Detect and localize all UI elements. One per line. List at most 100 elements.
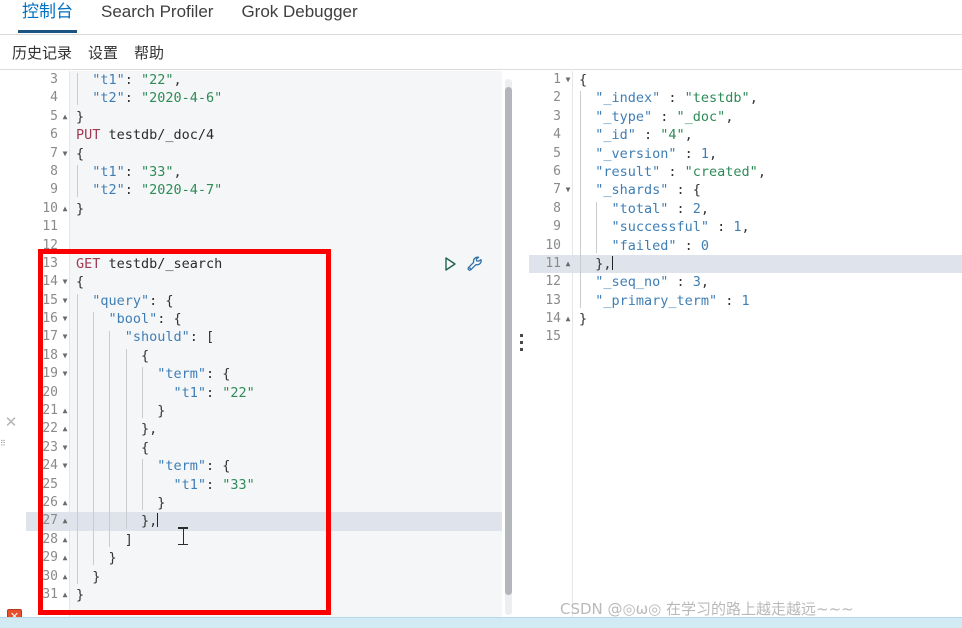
- fold-toggle-icon[interactable]: ▲: [60, 549, 70, 567]
- fold-toggle-icon[interactable]: ▼: [60, 273, 70, 291]
- code-line[interactable]: 26 ▲}: [26, 494, 502, 512]
- code-line[interactable]: 3 "t1": "22",: [26, 71, 502, 89]
- fold-toggle-icon[interactable]: ▼: [60, 328, 70, 346]
- code-line[interactable]: 4 "_id" : "4",: [529, 126, 962, 144]
- fold-toggle-icon[interactable]: ▲: [563, 310, 573, 328]
- code-line[interactable]: 14 ▼ {: [26, 273, 502, 291]
- line-number: 10: [545, 237, 561, 253]
- code-line[interactable]: 3 "_type" : "_doc",: [529, 108, 962, 126]
- request-editor-pane[interactable]: 3 "t1": "22", 4 "t2": "2020-4-6" 5 ▲} 6 PUT tes…: [26, 71, 502, 617]
- code-token: }: [108, 550, 117, 567]
- code-line[interactable]: 12 "_seq_no" : 3,: [529, 273, 962, 291]
- code-line[interactable]: 28 ▲]: [26, 531, 502, 549]
- code-token: ]: [124, 531, 133, 548]
- code-line[interactable]: 22 ▲},: [26, 420, 502, 438]
- fold-toggle-icon[interactable]: ▲: [60, 586, 70, 604]
- code-line[interactable]: 30 ▲}: [26, 568, 502, 586]
- code-line[interactable]: 12: [26, 237, 502, 255]
- code-line[interactable]: 14 ▲}: [529, 310, 962, 328]
- line-number: 6: [553, 163, 561, 179]
- response-code-area[interactable]: 1 ▼{2 "_index" : "testdb", 3 "_type" : "_doc…: [529, 71, 962, 617]
- fold-toggle-icon[interactable]: ▲: [60, 420, 70, 438]
- fold-toggle-icon[interactable]: ▼: [60, 365, 70, 383]
- code-line[interactable]: 31 ▲}: [26, 586, 502, 604]
- code-line[interactable]: 13 "_primary_term" : 1: [529, 292, 962, 310]
- code-line[interactable]: 4 "t2": "2020-4-6": [26, 89, 502, 107]
- wrench-settings-icon[interactable]: [466, 255, 484, 273]
- code-line[interactable]: 19 ▼ "term": {: [26, 365, 502, 383]
- fold-toggle-icon[interactable]: ▼: [60, 292, 70, 310]
- request-code-area[interactable]: 3 "t1": "22", 4 "t2": "2020-4-6" 5 ▲} 6 PUT tes…: [26, 71, 502, 617]
- line-number: 31: [42, 586, 58, 602]
- code-line[interactable]: 17 ▼ "should": [: [26, 328, 502, 346]
- code-line[interactable]: 7 ▼ "_shards" : {: [529, 181, 962, 199]
- code-line[interactable]: 23 ▼ {: [26, 439, 502, 457]
- fold-toggle-icon[interactable]: ▲: [60, 494, 70, 512]
- fold-toggle-icon[interactable]: ▲: [60, 568, 70, 586]
- fold-toggle-icon[interactable]: ▼: [60, 347, 70, 365]
- code-line[interactable]: 15 ▼ "query": {: [26, 292, 502, 310]
- code-line[interactable]: 7 ▼ {: [26, 145, 502, 163]
- line-number: 10: [42, 200, 58, 216]
- code-line[interactable]: 21 ▲}: [26, 402, 502, 420]
- code-line[interactable]: 24 ▼ "term": {: [26, 457, 502, 475]
- code-line[interactable]: 8 "t1": "33",: [26, 163, 502, 181]
- close-icon[interactable]: ✕: [4, 415, 18, 430]
- fold-toggle-icon[interactable]: ▼: [60, 457, 70, 475]
- code-line[interactable]: 1 ▼ {: [529, 71, 962, 89]
- fold-toggle-icon[interactable]: ▲: [563, 255, 573, 273]
- code-line[interactable]: 16 ▼ "bool": {: [26, 310, 502, 328]
- fold-toggle-icon[interactable]: ▼: [563, 181, 573, 199]
- code-token: "33": [141, 163, 174, 180]
- line-number: 3: [50, 72, 58, 87]
- fold-toggle-icon[interactable]: ▲: [60, 531, 70, 549]
- response-viewer-pane[interactable]: 1 ▼{2 "_index" : "testdb", 3 "_type" : "_doc…: [529, 71, 962, 617]
- code-line[interactable]: 10 ▲}: [26, 200, 502, 218]
- fold-toggle-icon[interactable]: ▲: [60, 402, 70, 420]
- code-token: : [: [189, 329, 215, 346]
- fold-toggle-icon[interactable]: ▲: [60, 512, 70, 530]
- code-line[interactable]: 27 ▲},: [26, 512, 502, 531]
- code-line[interactable]: 2 "_index" : "testdb",: [529, 89, 962, 107]
- scrollbar-thumb[interactable]: [505, 87, 512, 595]
- top-tab-0[interactable]: 控制台: [8, 0, 87, 33]
- code-token: ,: [709, 145, 718, 162]
- code-line[interactable]: 9 "t2": "2020-4-7": [26, 181, 502, 199]
- top-tab-2[interactable]: Grok Debugger: [227, 0, 371, 32]
- code-line[interactable]: 5 "_version" : 1,: [529, 145, 962, 163]
- code-line[interactable]: 25 "t1": "33": [26, 476, 502, 494]
- code-text: "query": {: [92, 292, 173, 310]
- code-line[interactable]: 10 "failed" : 0: [529, 237, 962, 255]
- code-token: {: [76, 274, 85, 291]
- fold-toggle-icon[interactable]: ▲: [60, 108, 70, 126]
- code-line[interactable]: 9 "successful" : 1,: [529, 218, 962, 236]
- code-line[interactable]: 20 "t1": "22": [26, 384, 502, 402]
- code-token: }: [76, 200, 85, 217]
- code-token: }: [579, 311, 588, 328]
- menu-item-2[interactable]: 帮助: [134, 42, 164, 63]
- menu-item-1[interactable]: 设置: [88, 42, 118, 63]
- code-line[interactable]: 11: [26, 218, 502, 236]
- code-line[interactable]: 5 ▲}: [26, 108, 502, 126]
- code-line[interactable]: 11 ▲},: [529, 254, 962, 274]
- fold-toggle-icon[interactable]: ▼: [60, 310, 70, 328]
- code-line[interactable]: 13 GET testdb/_search: [26, 255, 502, 273]
- pane-splitter-handle[interactable]: [518, 330, 524, 354]
- code-line[interactable]: 6 "result" : "created",: [529, 163, 962, 181]
- fold-toggle-icon[interactable]: ▼: [563, 71, 573, 89]
- gutter-tick-icon: ⠿: [0, 439, 6, 448]
- code-token: ,: [700, 200, 710, 217]
- code-line[interactable]: 15: [529, 328, 962, 346]
- play-request-icon[interactable]: [443, 256, 458, 272]
- code-line[interactable]: 8 "total" : 2,: [529, 200, 962, 218]
- editor-vertical-scrollbar[interactable]: [505, 79, 512, 615]
- code-line[interactable]: 18 ▼ {: [26, 347, 502, 365]
- fold-toggle-icon[interactable]: ▼: [60, 145, 70, 163]
- fold-toggle-icon[interactable]: ▲: [60, 200, 70, 218]
- fold-toggle-icon[interactable]: ▼: [60, 439, 70, 457]
- code-line[interactable]: 29 ▲}: [26, 549, 502, 567]
- code-line[interactable]: 6 PUT testdb/_doc/4: [26, 126, 502, 144]
- top-tab-1[interactable]: Search Profiler: [87, 0, 227, 32]
- line-number: 22: [42, 421, 58, 437]
- menu-item-0[interactable]: 历史记录: [12, 42, 72, 63]
